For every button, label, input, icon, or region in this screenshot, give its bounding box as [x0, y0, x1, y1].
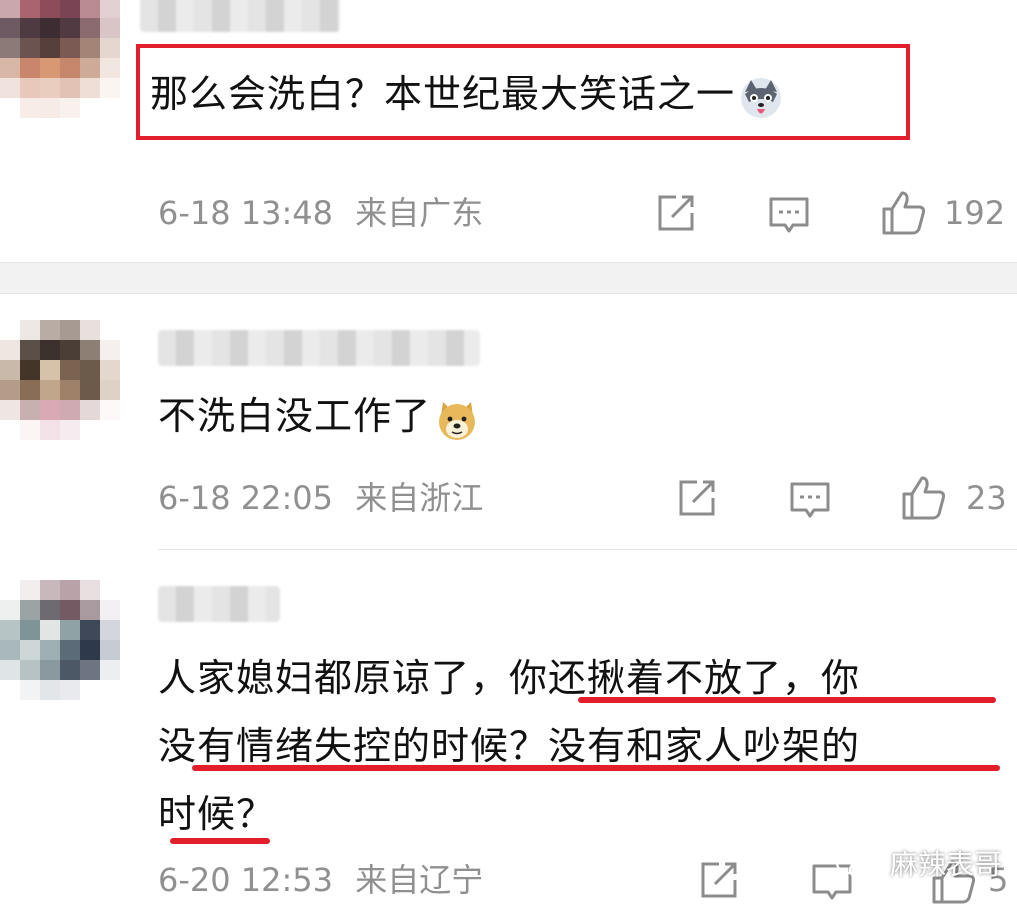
comment-date: 6-18 13:48 — [158, 194, 334, 232]
highlight-underline — [170, 838, 270, 844]
comment-text: 不洗白没工作了 — [158, 384, 479, 448]
watermark-text: 麻辣表哥 — [889, 848, 1002, 881]
comment-text: 人家媳妇都原谅了，你还揪着不放了，你 没有情绪失控的时候？没有和家人吵架的 时候… — [158, 644, 860, 848]
username-blurred[interactable] — [158, 586, 280, 622]
wechat-icon — [835, 851, 874, 880]
comment-location: 来自浙江 — [355, 479, 484, 517]
highlight-underline — [192, 765, 1000, 771]
username-blurred[interactable] — [140, 0, 340, 32]
husky-emoji-icon — [739, 75, 783, 119]
section-separator — [0, 262, 1017, 294]
like-count: 23 — [966, 479, 1007, 517]
comment-meta: 6-18 22:05 来自浙江 — [158, 478, 483, 518]
comment-meta: 6-18 13:48 来自广东 — [158, 193, 483, 233]
comment-text: 那么会洗白？本世纪最大笑话之一 — [150, 62, 783, 126]
like-icon[interactable] — [880, 189, 928, 237]
comment-location: 来自广东 — [355, 194, 484, 232]
doge-emoji-icon — [435, 397, 479, 441]
comment-icon[interactable] — [788, 478, 832, 522]
comment-date: 6-20 12:53 — [158, 861, 334, 899]
comment-icon[interactable] — [767, 193, 811, 237]
share-icon[interactable] — [675, 476, 719, 520]
comment-location: 来自辽宁 — [355, 861, 484, 899]
share-icon[interactable] — [654, 191, 698, 235]
share-icon[interactable] — [697, 858, 741, 902]
comment-date: 6-18 22:05 — [158, 479, 334, 517]
comment-meta: 6-20 12:53 来自辽宁 — [158, 860, 483, 900]
comment-text-content: 不洗白没工作了 — [158, 394, 432, 438]
username-blurred[interactable] — [158, 330, 480, 366]
comment-feed: 那么会洗白？本世纪最大笑话之一 6-18 13:48 来自广东 192 不洗白没… — [0, 0, 1017, 910]
like-count: 192 — [944, 194, 1006, 232]
watermark: 麻辣表哥 — [835, 845, 1002, 885]
comment-divider — [158, 549, 1017, 550]
like-icon[interactable] — [900, 474, 948, 522]
avatar[interactable] — [0, 320, 120, 440]
comment-text-content: 那么会洗白？本世纪最大笑话之一 — [150, 72, 736, 116]
avatar[interactable] — [0, 0, 120, 118]
highlight-underline — [578, 697, 996, 703]
avatar[interactable] — [0, 580, 120, 700]
